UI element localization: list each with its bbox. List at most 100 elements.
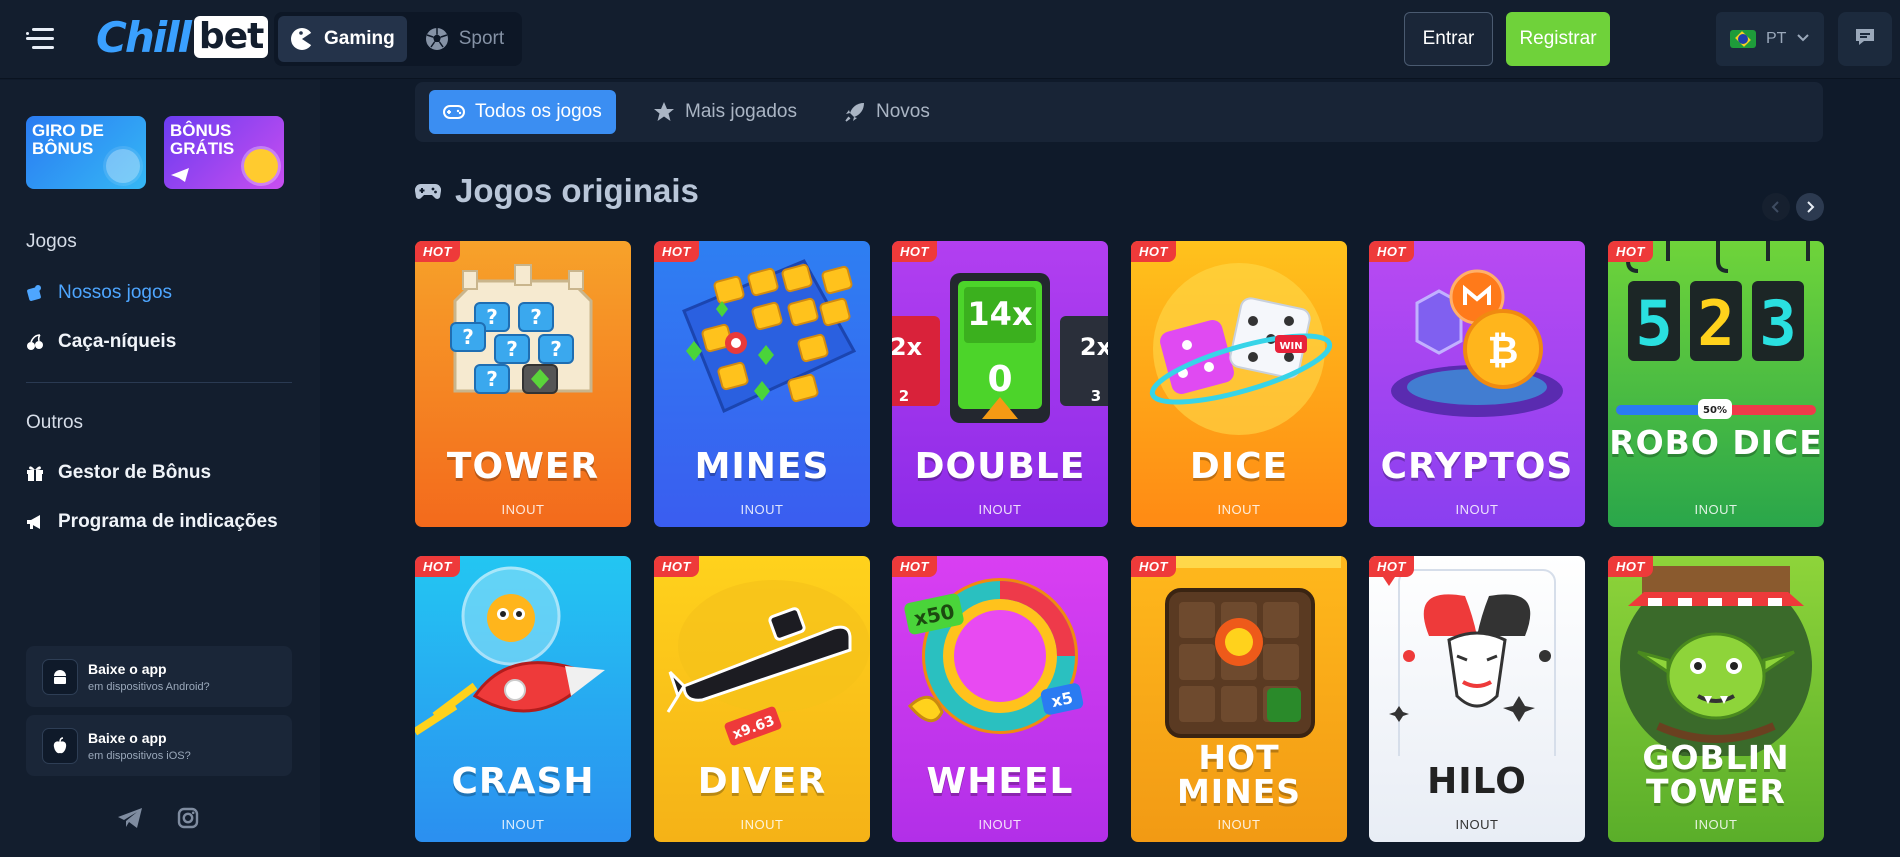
instagram-link-icon[interactable] bbox=[174, 804, 202, 832]
goblin-tower-game-art bbox=[1620, 566, 1812, 756]
game-title: WHEEL bbox=[926, 761, 1074, 802]
section-games-heading: Jogos bbox=[26, 231, 77, 252]
promo-free-bonus[interactable]: BÔNUS GRÁTIS bbox=[164, 116, 284, 189]
logo-text: Chill bbox=[96, 12, 192, 62]
telegram-icon bbox=[171, 168, 189, 182]
game-title: HILO bbox=[1427, 761, 1527, 802]
double-left-text: 2x bbox=[892, 333, 923, 361]
game-card-hot-mines[interactable]: HOT HOT MINES INOUT bbox=[1131, 556, 1347, 842]
sidebar-item-referral[interactable]: Programa de indicações bbox=[26, 511, 278, 533]
carousel-prev-button[interactable] bbox=[1762, 193, 1790, 221]
mode-gaming[interactable]: Gaming bbox=[278, 16, 407, 62]
game-provider: INOUT bbox=[1694, 502, 1738, 517]
game-title: GOBLIN TOWER bbox=[1642, 738, 1790, 811]
register-button[interactable]: Registrar bbox=[1506, 12, 1610, 66]
tab-new-label: Novos bbox=[876, 101, 930, 122]
dice-game-art: WIN bbox=[1149, 263, 1333, 435]
chat-icon bbox=[1853, 25, 1877, 54]
game-card-hilo[interactable]: HOT HILO INOUT bbox=[1369, 556, 1585, 842]
hot-badge: HOT bbox=[1131, 241, 1176, 262]
game-provider: INOUT bbox=[978, 817, 1022, 832]
rocket-icon bbox=[844, 101, 866, 123]
svg-text:?: ? bbox=[486, 305, 498, 329]
megaphone-icon bbox=[26, 513, 44, 531]
language-selector[interactable]: PT bbox=[1716, 12, 1824, 66]
svg-text:?: ? bbox=[462, 325, 474, 349]
menu-icon[interactable] bbox=[26, 26, 54, 52]
tab-most-played-label: Mais jogados bbox=[685, 101, 797, 122]
game-provider: INOUT bbox=[978, 502, 1022, 517]
robo-percent-text: 50% bbox=[1703, 405, 1727, 416]
game-title: DOUBLE bbox=[914, 446, 1086, 487]
wheel-icon bbox=[106, 149, 140, 183]
hot-badge: HOT bbox=[892, 241, 937, 262]
hilo-game-art bbox=[1381, 562, 1556, 756]
svg-text:?: ? bbox=[530, 305, 542, 329]
android-app-card[interactable]: Baixe o app em dispositivos Android? bbox=[26, 646, 292, 707]
chat-button[interactable] bbox=[1838, 12, 1892, 66]
hot-badge: HOT bbox=[1369, 241, 1414, 262]
tab-all-games[interactable]: Todos os jogos bbox=[429, 90, 616, 134]
promo-bonus-spin-text: GIRO DE BÔNUS bbox=[32, 121, 104, 158]
game-card-crash[interactable]: HOT CRASH INOUT bbox=[415, 556, 631, 842]
hot-mines-game-art bbox=[1137, 556, 1341, 738]
brazil-flag-icon bbox=[1730, 30, 1756, 48]
sidebar-item-slots-label: Caça-níqueis bbox=[58, 331, 177, 352]
hot-badge: HOT bbox=[892, 556, 937, 577]
promo-bonus-spin[interactable]: GIRO DE BÔNUS bbox=[26, 116, 146, 189]
double-right-text: 2x bbox=[1080, 333, 1108, 361]
game-card-diver[interactable]: x9.63 HOT DIVER INOUT bbox=[654, 556, 870, 842]
top-header: Chill bet Gaming Sport Entrar Registrar … bbox=[0, 0, 1900, 79]
section-others-heading: Outros bbox=[26, 412, 84, 433]
svg-text:5: 5 bbox=[1635, 287, 1672, 360]
carousel-next-button[interactable] bbox=[1796, 193, 1824, 221]
game-title: DICE bbox=[1189, 446, 1289, 487]
logo-box-text: bet bbox=[193, 16, 269, 58]
gift-icon bbox=[26, 464, 44, 482]
mode-sport[interactable]: Sport bbox=[413, 16, 516, 62]
coin-icon bbox=[244, 149, 278, 183]
cryptos-game-art: ₿ bbox=[1391, 269, 1563, 417]
sidebar-item-slots[interactable]: Caça-níqueis bbox=[26, 331, 176, 353]
language-label: PT bbox=[1766, 30, 1787, 47]
game-card-dice[interactable]: WIN HOT DICE INOUT bbox=[1131, 241, 1347, 527]
ios-app-title: Baixe o app bbox=[88, 729, 167, 746]
apple-icon bbox=[42, 727, 78, 764]
ios-app-card[interactable]: Baixe o app em dispositivos iOS? bbox=[26, 715, 292, 776]
sidebar-divider bbox=[26, 382, 292, 383]
sidebar: GIRO DE BÔNUS BÔNUS GRÁTIS Jogos Nossos … bbox=[0, 80, 320, 857]
game-card-cryptos[interactable]: ₿ HOT CRYPTOS INOUT bbox=[1369, 241, 1585, 527]
games-filter-tabs: Todos os jogos Mais jogados Novos bbox=[415, 82, 1823, 142]
double-left-num: 2 bbox=[899, 387, 909, 405]
crash-game-art bbox=[415, 566, 605, 736]
sidebar-item-our-games[interactable]: Nossos jogos bbox=[26, 282, 172, 304]
game-card-double[interactable]: 14x 0 2x 2 2x 3 HOT DOUBLE INOUT bbox=[892, 241, 1108, 527]
mode-gaming-label: Gaming bbox=[324, 28, 395, 49]
game-provider: INOUT bbox=[501, 817, 545, 832]
game-card-wheel[interactable]: x50 x5 HOT WHEEL INOUT bbox=[892, 556, 1108, 842]
double-game-art: 14x 0 2x 2 2x 3 bbox=[892, 273, 1108, 423]
game-provider: INOUT bbox=[1217, 817, 1261, 832]
section-title-text: Jogos originais bbox=[455, 172, 699, 209]
game-provider: INOUT bbox=[740, 502, 784, 517]
game-card-robo-dice[interactable]: 5 2 3 50% HOT ROBO DICE INOUT bbox=[1608, 241, 1824, 527]
cherry-icon bbox=[26, 333, 44, 351]
game-card-tower[interactable]: ?????? HOT TOWER INOUT bbox=[415, 241, 631, 527]
telegram-link-icon[interactable] bbox=[116, 804, 144, 832]
game-title: MINES bbox=[694, 446, 830, 487]
game-provider: INOUT bbox=[1694, 817, 1738, 832]
game-card-goblin-tower[interactable]: HOT GOBLIN TOWER INOUT bbox=[1608, 556, 1824, 842]
login-button[interactable]: Entrar bbox=[1404, 12, 1493, 66]
game-provider: INOUT bbox=[1455, 502, 1499, 517]
svg-text:3: 3 bbox=[1759, 287, 1796, 360]
sidebar-item-bonus-manager[interactable]: Gestor de Bônus bbox=[26, 462, 211, 484]
tab-most-played[interactable]: Mais jogados bbox=[639, 90, 811, 134]
chillbet-logo[interactable]: Chill bet bbox=[96, 12, 269, 62]
mode-sport-label: Sport bbox=[458, 28, 505, 49]
tab-new[interactable]: Novos bbox=[830, 90, 944, 134]
tab-all-games-label: Todos os jogos bbox=[475, 101, 602, 122]
promo-free-bonus-text: BÔNUS GRÁTIS bbox=[170, 121, 235, 158]
game-card-mines[interactable]: HOT MINES INOUT bbox=[654, 241, 870, 527]
hot-badge: HOT bbox=[415, 241, 460, 262]
robo-dice-game-art: 5 2 3 50% bbox=[1616, 241, 1816, 419]
